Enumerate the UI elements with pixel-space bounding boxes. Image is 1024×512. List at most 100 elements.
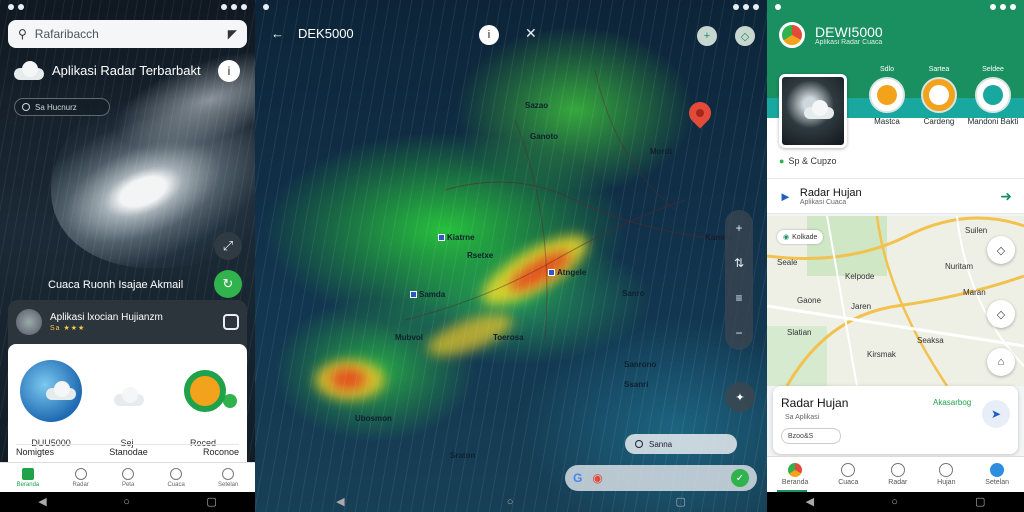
map-label: Jaren xyxy=(851,302,872,311)
navigation-arrow-icon: ➤ xyxy=(990,407,1002,421)
back-icon[interactable]: ◀ xyxy=(806,496,814,508)
locate-icon: ⌂ xyxy=(997,356,1005,368)
map-label: Kelpode xyxy=(845,272,875,281)
nav-item-map[interactable]: Peta xyxy=(122,467,134,488)
city-label: Ssanri xyxy=(624,380,649,389)
close-icon[interactable]: ✕ xyxy=(525,25,537,42)
search-input[interactable]: Rafaribacch xyxy=(35,27,220,41)
summary-link[interactable]: Akasarbog xyxy=(933,398,971,407)
cloud-icon xyxy=(802,99,836,119)
confirm-button[interactable]: ✓ xyxy=(731,469,749,487)
compass-icon: ◇ xyxy=(996,244,1006,257)
feature-circle xyxy=(869,77,905,113)
city-name: Kiatrne xyxy=(447,233,475,242)
home-circle-icon[interactable]: ○ xyxy=(507,496,514,508)
feature-circle xyxy=(975,77,1011,113)
map-label: Maran xyxy=(963,288,986,297)
recents-icon[interactable]: ▢ xyxy=(676,496,686,508)
nav-item-settings[interactable]: Setelan xyxy=(217,467,239,488)
location-chip-label: Sa Hucnurz xyxy=(35,102,77,112)
weather-items-panel: DUU5000 Sej Roced Nomigtes Stanodae Roco… xyxy=(8,344,247,464)
location-chip[interactable]: Sa Hucnurz xyxy=(14,98,110,116)
radar-summary-card[interactable]: Radar Hujan Akasarbog Sa Aplikasi Bzoo&S… xyxy=(773,386,1018,454)
recents-icon[interactable]: ▢ xyxy=(975,496,985,508)
layers-button[interactable]: ◇ xyxy=(987,300,1015,328)
brand-text: DEWI5000 Aplikasi Radar Cuaca xyxy=(815,25,883,46)
feature-shortcut[interactable]: Sdlo Mastca xyxy=(861,66,913,126)
nav-item-home[interactable]: Beranda xyxy=(16,467,40,488)
compass-button[interactable]: ◇ xyxy=(987,236,1015,264)
card-link[interactable]: Nomigtes xyxy=(16,447,54,458)
city-label: Mordt xyxy=(650,147,673,156)
map-search-bar[interactable]: G ◉ ✓ xyxy=(565,465,757,491)
location-pin-icon xyxy=(877,85,897,105)
nav-item-radar[interactable]: Radar xyxy=(72,467,89,488)
tag-icon[interactable]: ◤ xyxy=(228,27,237,41)
layers-button[interactable]: ◇ xyxy=(735,26,755,46)
radar-hujan-card[interactable]: ► Radar Hujan Aplikasi Cuaca ➜ xyxy=(767,178,1024,214)
info-button[interactable]: i xyxy=(479,25,499,45)
nav-item-radar[interactable]: Radar xyxy=(888,463,907,486)
app-title: Aplikasi Radar Terbarbakt xyxy=(52,62,201,78)
zoom-out-icon[interactable]: − xyxy=(735,326,742,340)
home-circle-icon[interactable]: ○ xyxy=(123,496,130,508)
nav-item-rain[interactable]: Hujan xyxy=(937,463,955,486)
city-label: Toerosa xyxy=(493,333,524,342)
card-link[interactable]: Stanodae xyxy=(109,447,148,458)
system-navigation-bar: ◀ ○ ▢ xyxy=(255,492,767,512)
info-icon: i xyxy=(227,64,231,78)
refresh-button[interactable]: ↻ xyxy=(214,270,242,298)
card-text: Radar Hujan Aplikasi Cuaca xyxy=(800,187,862,206)
layer-toggle-icon[interactable]: ⇅ xyxy=(734,256,744,270)
layers-icon: ◇ xyxy=(996,308,1006,321)
nav-label: Setelan xyxy=(217,481,239,488)
card-subtitle: Aplikasi Cuaca xyxy=(799,198,847,206)
city-label: Sazao xyxy=(525,101,549,110)
nav-label: Hujan xyxy=(937,479,956,486)
back-icon[interactable]: ◀ xyxy=(38,496,46,508)
settings-icon xyxy=(222,467,235,480)
card-app-name: Aplikasi lxocian Hujianzm xyxy=(50,312,163,323)
locate-button[interactable]: ✦ xyxy=(725,382,755,412)
notification-icon xyxy=(263,4,269,10)
add-button[interactable]: + xyxy=(697,26,717,46)
navigate-button[interactable]: ➤ xyxy=(982,400,1010,428)
feature-shortcut[interactable]: Seldee Mandoni Bakti xyxy=(967,66,1019,126)
map-zoom-control[interactable]: + ⇅ ≡ − xyxy=(725,210,753,350)
google-g-icon: G xyxy=(573,471,583,485)
back-icon[interactable]: ◀ xyxy=(336,496,344,508)
legend-dot-icon xyxy=(635,440,643,448)
timeline-icon[interactable]: ≡ xyxy=(735,291,742,305)
nav-item-settings[interactable]: Setelan xyxy=(985,463,1009,486)
open-external-icon[interactable] xyxy=(223,314,239,330)
street-map[interactable]: ◉ Kolkade Seale Suilen Kelpode Nuritam Ga… xyxy=(767,216,1024,386)
nav-item-home[interactable]: Beranda xyxy=(782,463,808,486)
card-link[interactable]: Roconoe xyxy=(203,447,239,458)
search-bar[interactable]: ⚲ Rafaribacch ◤ xyxy=(8,20,247,48)
info-button[interactable]: i xyxy=(218,60,240,82)
summary-pill[interactable]: Bzoo&S xyxy=(781,428,841,444)
feature-shortcut[interactable]: Sartea Cardeng xyxy=(913,66,965,126)
screen-radar-map: ← DEK5000 i ✕ + ◇ Sazao Ganoto Mordt Kan… xyxy=(255,0,767,512)
map-chip[interactable]: ◉ Kolkade xyxy=(777,230,824,244)
wifi-icon xyxy=(221,4,227,10)
locate-button[interactable]: ⌂ xyxy=(987,348,1015,376)
layers-button[interactable]: ⤢ xyxy=(214,232,242,260)
arrow-right-icon[interactable]: ➜ xyxy=(1000,188,1012,205)
back-arrow-icon[interactable]: ← xyxy=(271,26,284,41)
nav-item-search[interactable]: Cuaca xyxy=(838,463,858,486)
nav-label: Beranda xyxy=(16,481,40,488)
city-label: Samda xyxy=(410,290,445,299)
nav-item-weather[interactable]: Cuaca xyxy=(167,467,185,488)
home-icon xyxy=(21,467,34,480)
map-legend[interactable]: Sanna xyxy=(625,434,737,454)
notification-icon xyxy=(18,4,24,10)
weather-section-title: Cuaca Ruonh Isajae Akmail xyxy=(48,279,184,291)
city-label: Mubvol xyxy=(395,333,423,342)
zoom-in-icon[interactable]: + xyxy=(735,221,742,235)
app-logo-icon xyxy=(779,22,805,48)
recents-icon[interactable]: ▢ xyxy=(206,496,216,508)
partly-cloudy-icon xyxy=(112,386,146,406)
radar-thumbnail[interactable] xyxy=(779,74,847,148)
home-circle-icon[interactable]: ○ xyxy=(891,496,898,508)
